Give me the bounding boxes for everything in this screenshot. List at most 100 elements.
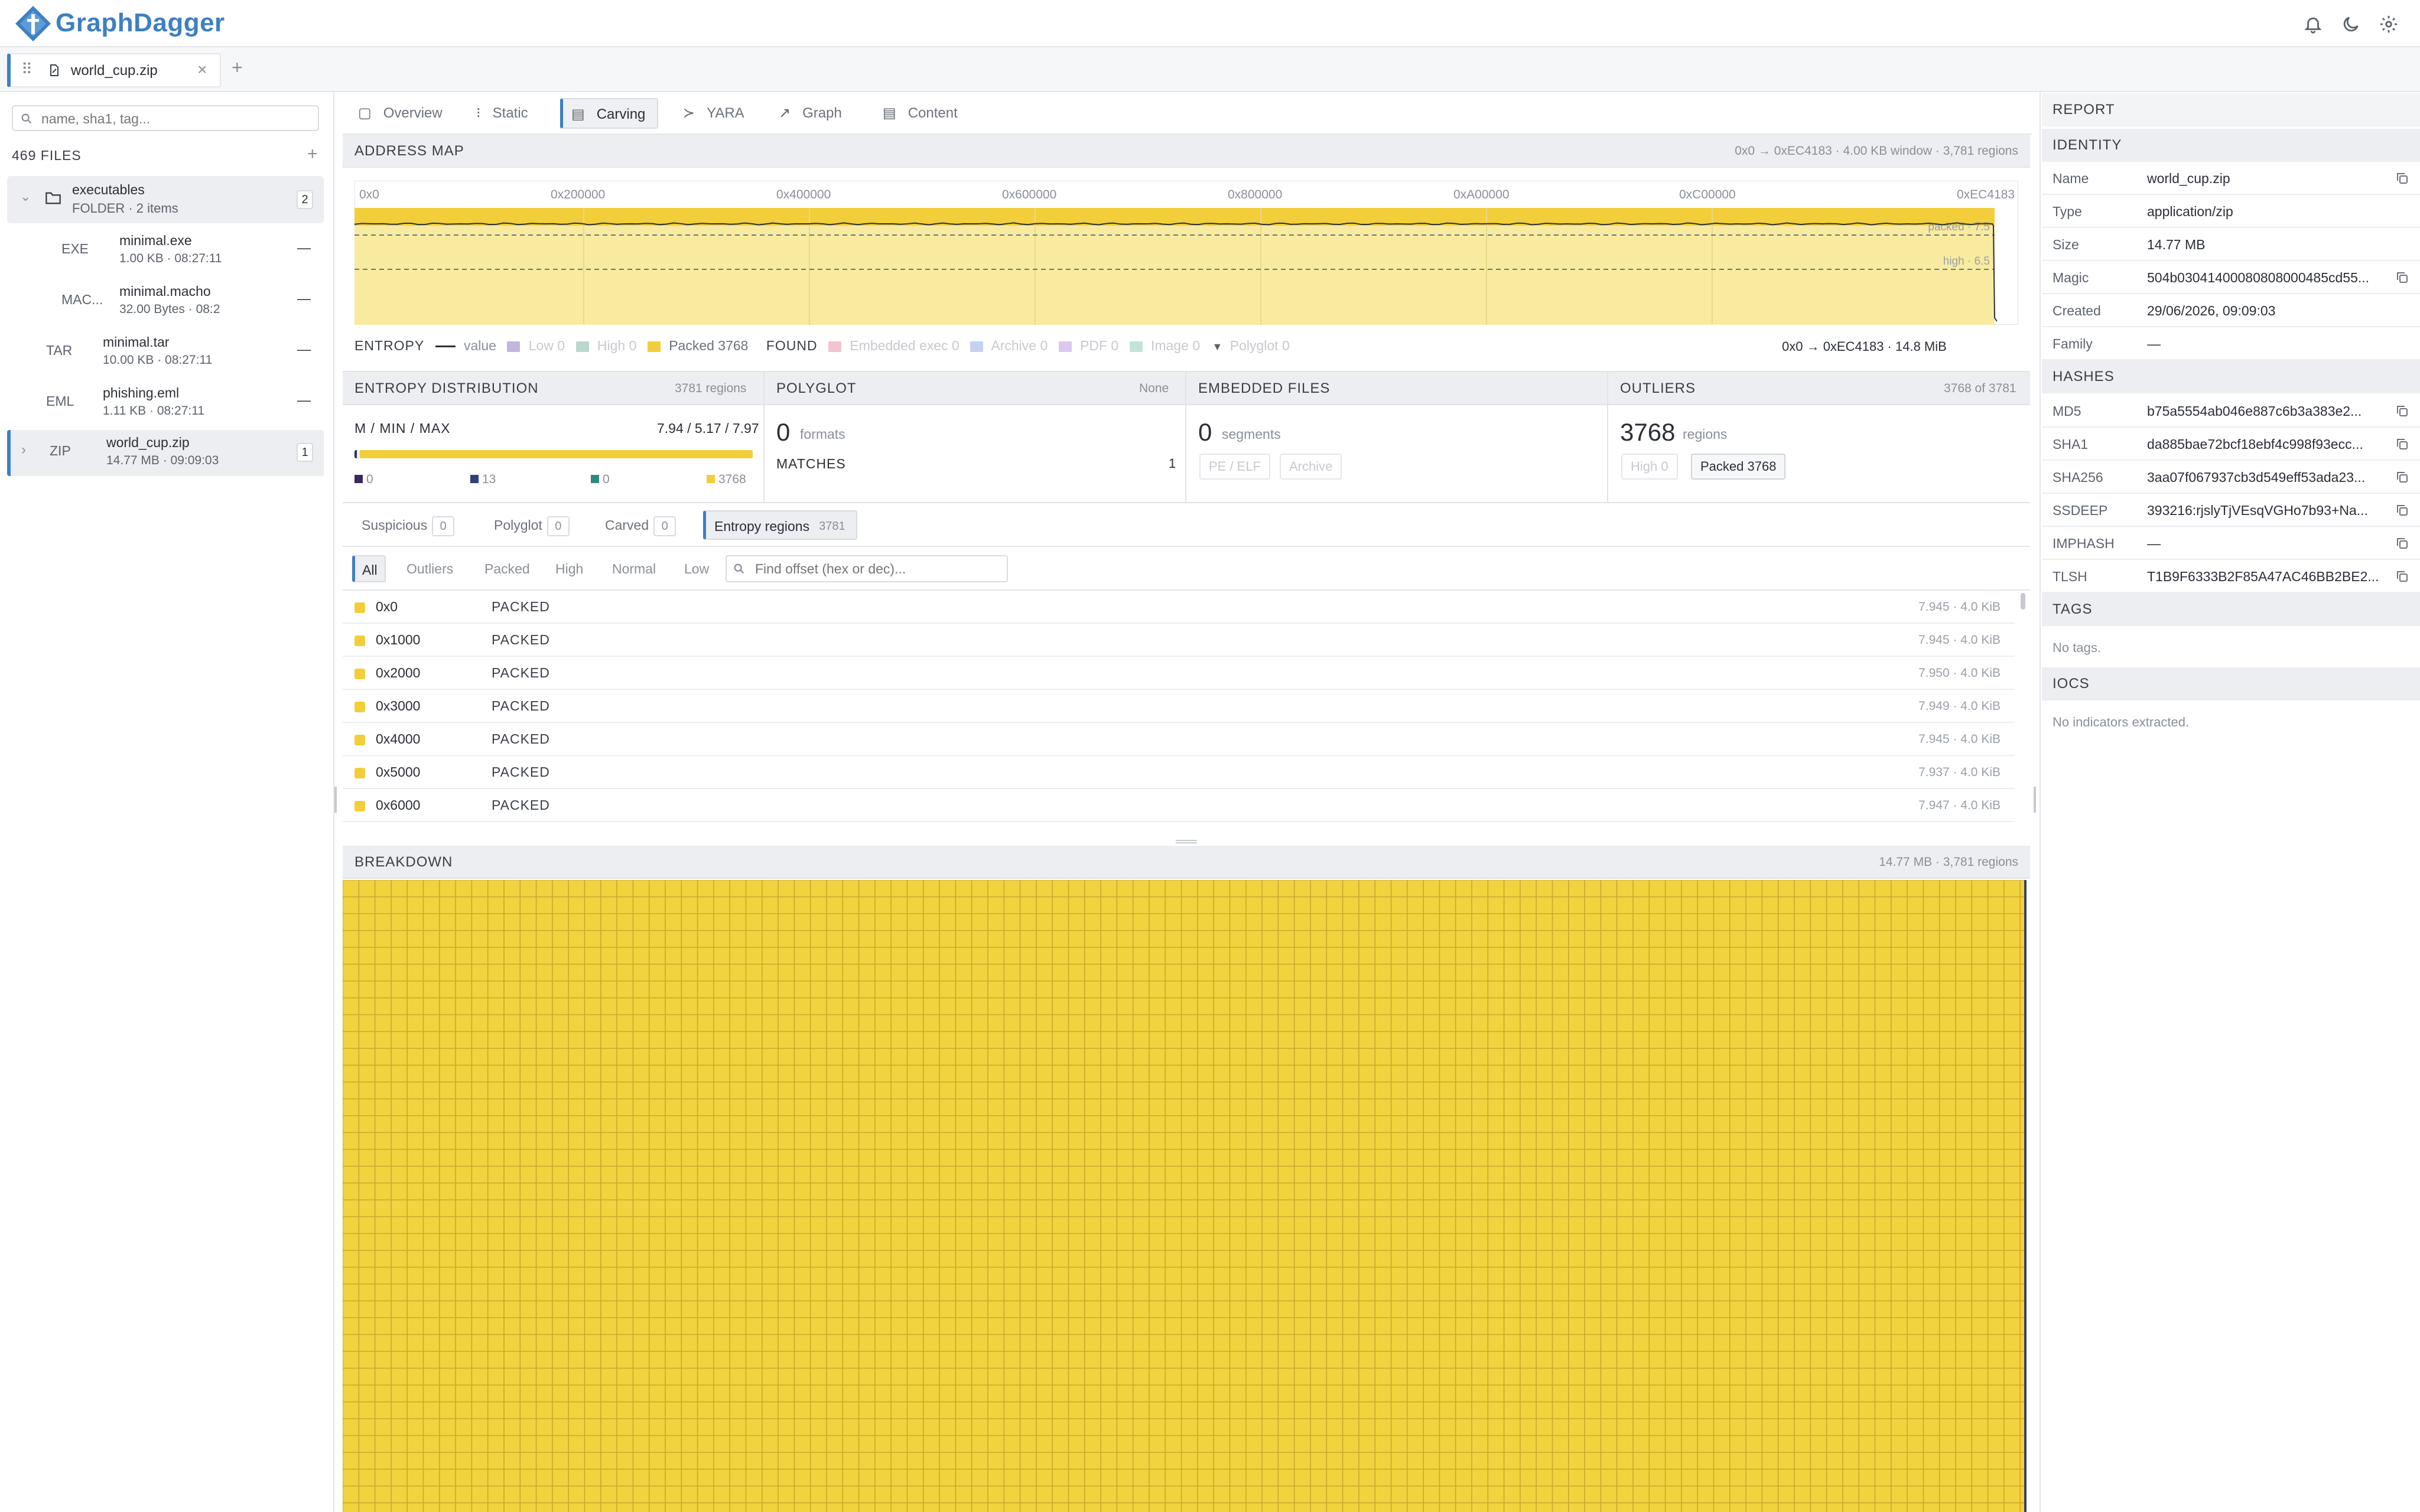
copy-icon[interactable]	[2395, 171, 2409, 185]
filter-outliers[interactable]: Outliers	[406, 555, 453, 582]
identity-row-size: Size 14.77 MB	[2042, 228, 2420, 261]
archive-legend-label[interactable]: Archive	[991, 338, 1036, 353]
chevron-down-icon[interactable]: ⌄	[20, 189, 31, 204]
table-row[interactable]: 0x3000 PACKED 7.949 · 4.0 KiB	[343, 690, 2015, 723]
table-row[interactable]: 0x2000 PACKED 7.950 · 4.0 KiB	[343, 657, 2015, 690]
copy-icon[interactable]	[2395, 470, 2409, 484]
copy-icon[interactable]	[2395, 569, 2409, 584]
identity-section-title: IDENTITY	[2042, 129, 2420, 162]
close-icon[interactable]: ×	[197, 60, 207, 79]
sidebar-resize-handle[interactable]	[334, 787, 337, 813]
table-row[interactable]: 0x1000 PACKED 7.945 · 4.0 KiB	[343, 624, 2015, 657]
file-search-input[interactable]	[41, 111, 313, 127]
outliers-chip-high[interactable]: High 0	[1621, 454, 1678, 480]
offset-search-input[interactable]	[755, 561, 1003, 577]
bell-icon[interactable]	[2303, 14, 2323, 34]
file-search[interactable]	[12, 105, 319, 131]
copy-icon[interactable]	[2395, 437, 2409, 451]
pdf-legend-label[interactable]: PDF	[1080, 338, 1107, 353]
regions-scrollbar[interactable]	[2021, 593, 2025, 610]
polyglot-unit: formats	[800, 426, 845, 442]
file-type: ZIP	[50, 443, 71, 458]
add-file-button[interactable]: +	[307, 144, 318, 164]
tab-carving[interactable]: ▤ Carving	[560, 98, 659, 129]
identity-key: Family	[2053, 336, 2093, 351]
tab-overview[interactable]: ▢ Overview	[358, 98, 443, 129]
file-row[interactable]: EML phishing.eml 1.11 KB · 08:27:11 —	[7, 380, 324, 426]
identity-value: application/zip	[2147, 204, 2233, 219]
hash-value: da885bae72bcf18ebf4c998f93ecc...	[2147, 436, 2363, 452]
breakdown-treemap[interactable]	[343, 880, 2027, 1512]
tab-static[interactable]: ⁝ Static	[476, 98, 528, 129]
embedded-legend-label[interactable]: Embedded exec	[850, 338, 948, 353]
list-resize-handle[interactable]	[1176, 840, 1197, 843]
copy-icon[interactable]	[2395, 271, 2409, 285]
tab-yara[interactable]: ≻ YARA	[683, 98, 744, 129]
offset-search[interactable]	[726, 555, 1008, 582]
drag-handle-icon[interactable]: ⠿	[21, 60, 32, 79]
polyglot-legend-label[interactable]: Polyglot	[1230, 338, 1279, 353]
file-meta: 10.00 KB · 08:27:11	[103, 353, 213, 367]
moon-icon[interactable]	[2341, 14, 2361, 34]
file-row[interactable]: EXE minimal.exe 1.00 KB · 08:27:11 —	[7, 228, 324, 274]
folder-meta: FOLDER · 2 items	[72, 201, 178, 216]
address-map-chart[interactable]: 0x0 0x200000 0x400000 0x600000 0x800000 0xA00…	[354, 181, 2018, 325]
high-swatch	[575, 341, 589, 352]
filter-high[interactable]: High	[555, 555, 583, 582]
iocs-empty: No indicators extracted.	[2053, 715, 2190, 729]
packed-swatch	[354, 636, 365, 646]
subtab-polyglot[interactable]: Polyglot 0	[494, 510, 570, 540]
folder-icon	[45, 192, 61, 204]
embedded-chip-pe-elf[interactable]: PE / ELF	[1199, 454, 1271, 480]
filter-low[interactable]: Low	[684, 555, 709, 582]
file-status: —	[297, 341, 311, 357]
gear-icon[interactable]	[2379, 14, 2399, 34]
table-row[interactable]: 0x5000 PACKED 7.937 · 4.0 KiB	[343, 756, 2015, 789]
file-status: —	[297, 240, 311, 255]
table-row[interactable]: 0x4000 PACKED 7.945 · 4.0 KiB	[343, 723, 2015, 756]
low-legend-label[interactable]: Low	[529, 338, 554, 353]
embedded-chip-archive[interactable]: Archive	[1280, 454, 1342, 480]
low-swatch	[507, 341, 521, 352]
breakdown-info: 14.77 MB · 3,781 regions	[1879, 855, 2018, 869]
tab-label: Static	[492, 105, 528, 121]
tab-content[interactable]: ▤ Content	[883, 98, 958, 129]
file-row[interactable]: › ZIP world_cup.zip 14.77 MB · 09:09:03 1	[7, 430, 324, 476]
archive-legend-count: 0	[1040, 338, 1048, 353]
packed-legend-label[interactable]: Packed	[669, 338, 714, 353]
file-row[interactable]: TAR minimal.tar 10.00 KB · 08:27:11 —	[7, 330, 324, 376]
chevron-right-icon[interactable]: ›	[21, 442, 26, 458]
outliers-chip-packed[interactable]: Packed 3768	[1691, 454, 1786, 480]
image-legend-label[interactable]: Image	[1151, 338, 1189, 353]
app-name[interactable]: GraphDagger	[56, 8, 225, 38]
subtab-carved[interactable]: Carved 0	[605, 510, 676, 540]
copy-icon[interactable]	[2395, 503, 2409, 517]
file-name: world_cup.zip	[106, 435, 190, 450]
table-row[interactable]: 0x0 PACKED 7.945 · 4.0 KiB	[343, 591, 2015, 624]
region-offset: 0x1000	[376, 632, 421, 647]
filter-normal[interactable]: Normal	[612, 555, 656, 582]
graphdagger-logo-icon[interactable]	[14, 5, 52, 43]
doc-text-icon: ▤	[883, 105, 896, 121]
hash-row-sha1: SHA1 da885bae72bcf18ebf4c998f93ecc...	[2042, 428, 2420, 461]
identity-value: 29/06/2026, 09:09:03	[2147, 303, 2276, 318]
tab-graph[interactable]: ↗ Graph	[779, 98, 842, 129]
file-row[interactable]: MAC... minimal.macho 32.00 Bytes · 08:2 —	[7, 279, 324, 325]
file-tab[interactable]: ⠿ world_cup.zip ×	[7, 53, 221, 87]
folder-row[interactable]: ⌄ executables FOLDER · 2 items 2	[7, 176, 324, 223]
table-row[interactable]: 0x6000 PACKED 7.947 · 4.0 KiB	[343, 789, 2015, 822]
subtab-entropy-regions[interactable]: Entropy regions 3781	[703, 510, 857, 540]
copy-icon[interactable]	[2395, 404, 2409, 418]
filter-packed[interactable]: Packed	[484, 555, 530, 582]
new-tab-button[interactable]: +	[232, 57, 243, 79]
region-kind: PACKED	[492, 665, 550, 680]
table-row[interactable]	[343, 822, 2015, 834]
copy-icon[interactable]	[2395, 536, 2409, 550]
packed-swatch	[354, 801, 365, 812]
entropy-dist-packed-fill	[360, 450, 753, 458]
filter-all[interactable]: All	[352, 555, 386, 582]
high-legend-label[interactable]: High	[597, 338, 625, 353]
subtab-suspicious[interactable]: Suspicious 0	[362, 510, 455, 540]
high-threshold-label: high · 6.5	[1943, 255, 1990, 268]
report-resize-handle[interactable]	[2034, 787, 2036, 813]
